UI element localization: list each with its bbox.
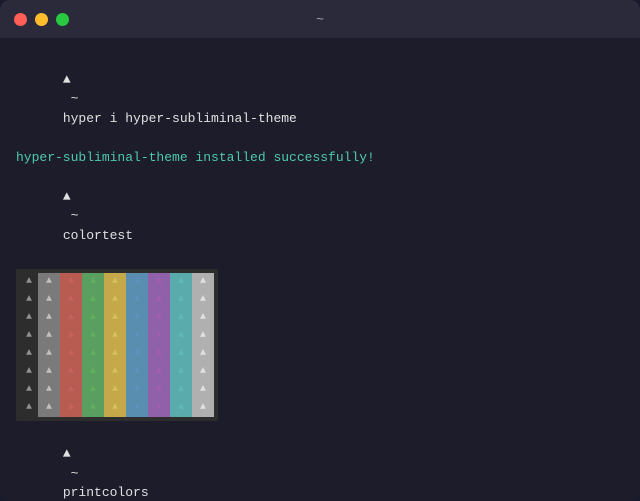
terminal-line: ▲ ~ printcolors (16, 425, 624, 501)
terminal-body[interactable]: ▲ ~ hyper i hyper-subliminal-theme hyper… (0, 38, 640, 501)
minimize-button[interactable] (35, 13, 48, 26)
titlebar: ~ (0, 0, 640, 38)
command-text: printcolors (63, 485, 149, 500)
traffic-lights (14, 13, 69, 26)
command-text: hyper i hyper-subliminal-theme (63, 111, 297, 126)
prompt-arrow: ▲ (63, 72, 71, 87)
terminal-line: ▲ ~ hyper i hyper-subliminal-theme (16, 50, 624, 148)
terminal-window: ~ ▲ ~ hyper i hyper-subliminal-theme hyp… (0, 0, 640, 501)
maximize-button[interactable] (56, 13, 69, 26)
terminal-line: ▲ ~ colortest (16, 167, 624, 265)
window-title: ~ (316, 12, 324, 27)
terminal-output: hyper-subliminal-theme installed success… (16, 148, 624, 168)
color-grid: // Build the color grid programmatically… (16, 269, 218, 421)
command-text: colortest (63, 228, 133, 243)
close-button[interactable] (14, 13, 27, 26)
